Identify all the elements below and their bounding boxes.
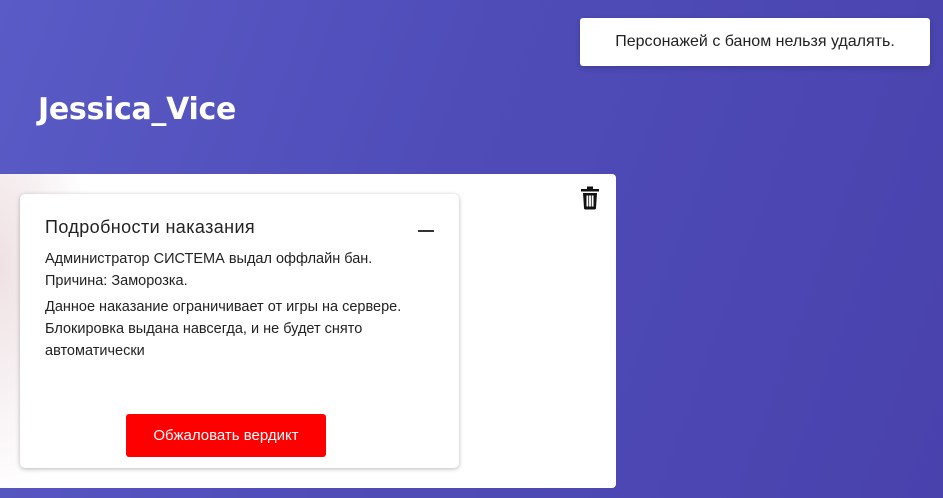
- minus-icon[interactable]: [418, 230, 434, 232]
- punishment-body: Администратор СИСТЕМА выдал оффлайн бан.…: [45, 248, 440, 362]
- punishment-description: Данное наказание ограничивает от игры на…: [45, 299, 402, 359]
- punishment-details-panel: Подробности наказания Администратор СИСТ…: [20, 194, 459, 468]
- trash-icon[interactable]: [579, 186, 601, 210]
- toast-message: Персонажей с баном нельзя удалять.: [615, 33, 895, 50]
- appeal-verdict-button[interactable]: Обжаловать вердикт: [126, 414, 326, 457]
- notification-toast: Персонажей с баном нельзя удалять.: [580, 18, 930, 66]
- punishment-admin-line: Администратор СИСТЕМА выдал оффлайн бан.: [45, 251, 373, 267]
- character-card: Подробности наказания Администратор СИСТ…: [0, 174, 616, 488]
- character-name: Jessica_Vice: [38, 92, 237, 127]
- punishment-title: Подробности наказания: [45, 217, 256, 237]
- punishment-reason-line: Причина: Заморозка.: [45, 273, 188, 289]
